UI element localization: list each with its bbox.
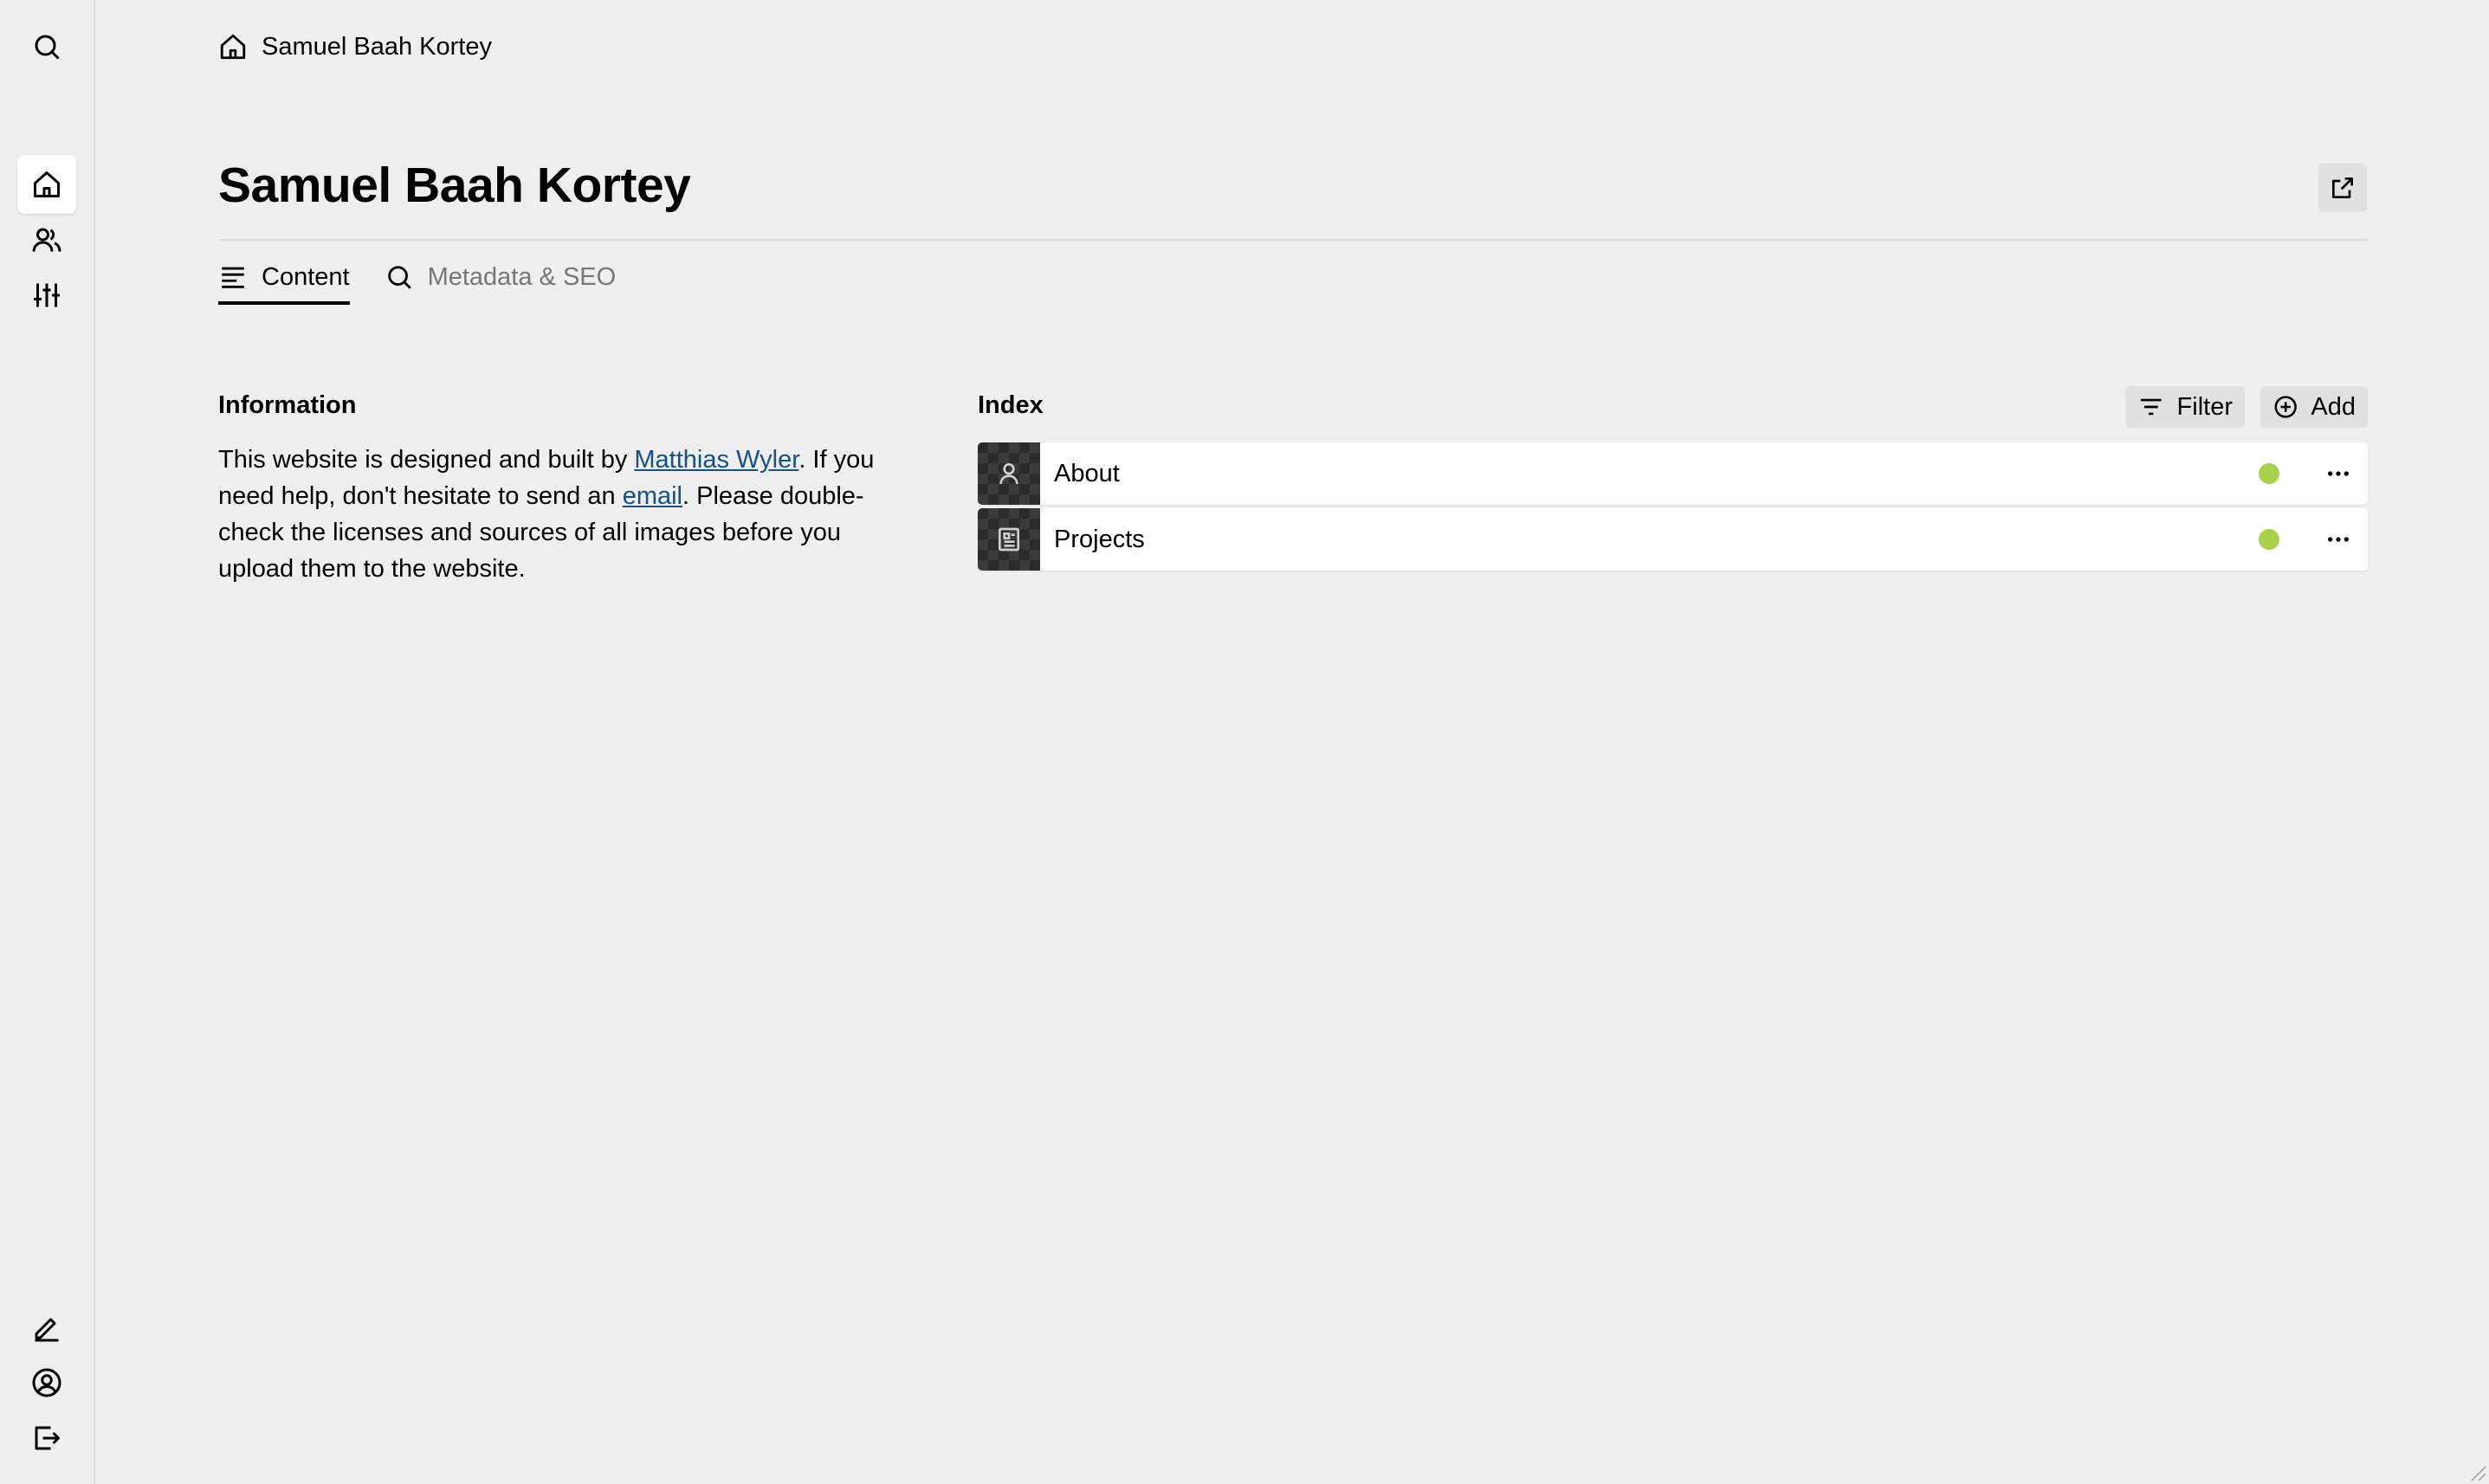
matthias-wyler-link[interactable]: Matthias Wyler — [634, 446, 798, 474]
sidebar-item-settings[interactable] — [17, 266, 76, 325]
list-item-projects[interactable]: Projects — [978, 508, 2368, 571]
add-button[interactable]: Add — [2260, 386, 2368, 428]
home-icon — [220, 34, 246, 60]
more-options-button[interactable] — [2319, 455, 2357, 493]
breadcrumb[interactable]: Samuel Baah Kortey — [218, 29, 492, 64]
search-icon — [35, 35, 60, 60]
pen-icon — [35, 1318, 59, 1342]
search-button[interactable] — [17, 17, 76, 76]
search-icon — [387, 266, 411, 289]
item-thumbnail — [978, 442, 1040, 505]
email-link[interactable]: email — [623, 482, 682, 510]
filter-icon — [2140, 398, 2162, 416]
logout-button[interactable] — [17, 1409, 76, 1468]
info-text-part: This website is designed and built by — [218, 446, 635, 474]
information-text: This website is designed and built by Ma… — [218, 442, 876, 587]
open-site-button[interactable] — [2318, 164, 2367, 212]
page-title: Samuel Baah Kortey — [218, 158, 691, 213]
ellipsis-icon — [2328, 537, 2349, 542]
list-item-about[interactable]: About — [978, 442, 2368, 505]
tab-content[interactable]: Content — [218, 253, 350, 305]
title-divider — [218, 239, 2368, 241]
account-icon — [32, 1368, 61, 1397]
status-indicator[interactable] — [2259, 529, 2279, 550]
information-heading: Information — [218, 391, 357, 419]
text-lines-icon — [222, 267, 244, 288]
changes-button[interactable] — [17, 1298, 76, 1357]
list-item-label: Projects — [1054, 525, 1145, 553]
filter-label: Filter — [2176, 392, 2233, 421]
logout-icon — [35, 1426, 60, 1450]
tab-content-label: Content — [262, 262, 350, 291]
user-icon — [999, 463, 1018, 485]
home-icon — [34, 171, 60, 197]
external-link-icon — [2332, 177, 2353, 198]
add-circle-icon — [2274, 396, 2297, 418]
page-icon — [999, 527, 1019, 552]
tab-metadata-seo[interactable]: Metadata & SEO — [385, 253, 617, 301]
breadcrumb-label: Samuel Baah Kortey — [262, 32, 492, 61]
resize-handle-icon[interactable] — [2466, 1461, 2487, 1482]
list-item-label: About — [1054, 459, 1120, 487]
users-icon — [32, 228, 61, 252]
index-heading: Index — [978, 391, 1044, 419]
sidebar-item-site[interactable] — [17, 155, 76, 214]
account-button[interactable] — [17, 1353, 76, 1412]
sidebar — [0, 0, 95, 1484]
tab-bar: Content Metadata & SEO — [218, 253, 617, 305]
more-options-button[interactable] — [2319, 520, 2357, 558]
ellipsis-icon — [2328, 471, 2349, 476]
sidebar-item-users[interactable] — [17, 210, 76, 269]
status-indicator[interactable] — [2259, 463, 2279, 484]
tab-metadata-seo-label: Metadata & SEO — [427, 262, 617, 291]
item-thumbnail — [978, 508, 1040, 571]
sliders-icon — [34, 283, 60, 307]
filter-button[interactable]: Filter — [2125, 386, 2245, 428]
add-label: Add — [2311, 392, 2356, 421]
